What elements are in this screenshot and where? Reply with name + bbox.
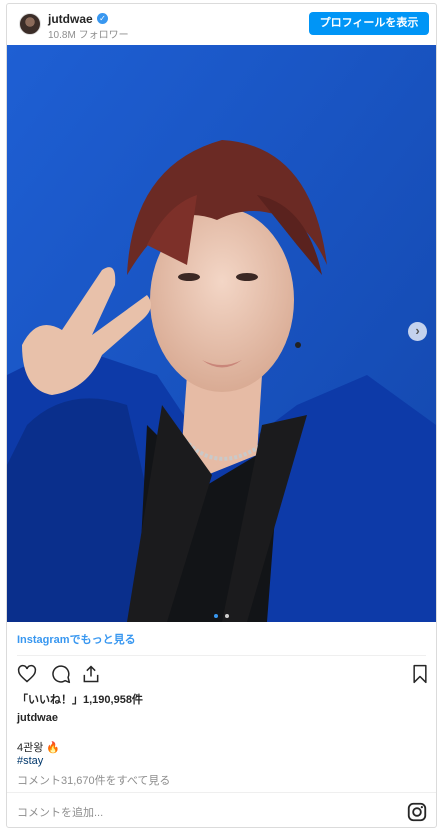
verified-badge-icon: ✓ [97,13,108,24]
bookmark-icon[interactable] [411,664,429,684]
like-count[interactable]: 「いいね！」1,190,958件 [17,691,143,707]
action-bar [15,664,429,686]
divider [7,792,436,793]
view-all-comments-link[interactable]: コメント31,670件をすべて見る [17,772,170,788]
selfie-photo [7,45,436,622]
post-header: jutdwae ✓ 10.8M フォロワー プロフィールを表示 [7,4,436,44]
avatar[interactable] [19,13,41,35]
heart-icon[interactable] [17,664,37,684]
carousel-dot [224,614,229,618]
add-comment-field[interactable]: コメントを追加... [17,804,103,820]
follower-count: 10.8M フォロワー [48,30,129,41]
caption-text: 4관왕 🔥 [17,742,61,754]
view-more-on-instagram-link[interactable]: Instagramでもっと見る [17,631,136,647]
instagram-icon[interactable] [406,801,428,823]
view-profile-button[interactable]: プロフィールを表示 [309,12,429,35]
divider [17,655,426,656]
username[interactable]: jutdwae [48,12,93,26]
hashtag-link[interactable]: #stay [17,755,43,767]
instagram-embed: jutdwae ✓ 10.8M フォロワー プロフィールを表示 › Instag… [6,3,437,828]
post-photo[interactable]: › [7,45,436,622]
comment-icon[interactable] [51,664,71,684]
caption-author[interactable]: jutdwae [17,712,58,724]
share-icon[interactable] [81,664,101,684]
carousel-indicator [7,605,436,622]
carousel-dot-active [214,614,219,618]
next-slide-button[interactable]: › [408,322,427,341]
